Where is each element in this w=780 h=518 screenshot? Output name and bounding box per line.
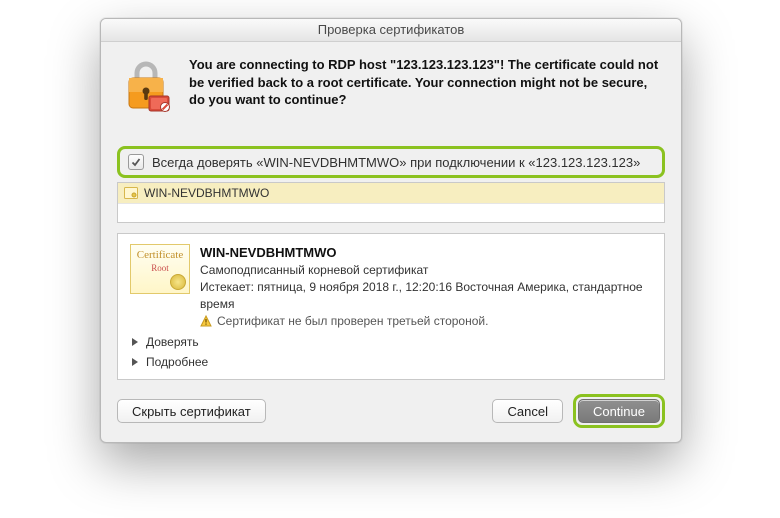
badge-seal [170, 274, 186, 290]
hide-certificate-button[interactable]: Скрыть сертификат [117, 399, 266, 423]
certificate-badge-icon: Certificate Root [130, 244, 190, 294]
header-row: You are connecting to RDP host "123.123.… [117, 58, 665, 116]
window-title: Проверка сертификатов [101, 19, 681, 42]
cancel-label: Cancel [507, 404, 547, 419]
certificate-list-item-label: WIN-NEVDBHMTMWO [144, 186, 269, 200]
warning-icon [200, 315, 212, 327]
certificate-expires: Истекает: пятница, 9 ноября 2018 г., 12:… [200, 279, 652, 313]
certificate-type: Самоподписанный корневой сертификат [200, 262, 652, 279]
chevron-right-icon [130, 357, 140, 367]
cancel-button[interactable]: Cancel [492, 399, 562, 423]
disclosure-details-label: Подробнее [146, 355, 208, 369]
certificate-warning-line: Сертификат не был проверен третьей сторо… [200, 313, 652, 330]
always-trust-checkbox[interactable] [128, 154, 144, 170]
certificate-icon [124, 187, 138, 199]
certificate-warning-text: Сертификат не был проверен третьей сторо… [217, 313, 488, 330]
always-trust-label: Всегда доверять «WIN-NEVDBHMTMWO» при по… [152, 155, 640, 170]
continue-button[interactable]: Continue [578, 399, 660, 423]
dialog-window: Проверка сертификатов [100, 18, 682, 443]
hide-certificate-label: Скрыть сертификат [132, 404, 251, 419]
button-row: Скрыть сертификат Cancel Continue [117, 394, 665, 428]
always-trust-row: Всегда доверять «WIN-NEVDBHMTMWO» при по… [117, 146, 665, 178]
certificate-details: Certificate Root WIN-NEVDBHMTMWO Самопод… [117, 233, 665, 380]
dialog-content: You are connecting to RDP host "123.123.… [101, 42, 681, 442]
certificate-details-top: Certificate Root WIN-NEVDBHMTMWO Самопод… [130, 244, 652, 329]
continue-highlight: Continue [573, 394, 665, 428]
badge-root: Root [131, 263, 189, 273]
lock-icon [117, 58, 175, 116]
lock-icon-wrap [117, 58, 189, 116]
continue-label: Continue [593, 404, 645, 419]
disclosure-trust-label: Доверять [146, 335, 199, 349]
disclosure-trust[interactable]: Доверять [130, 335, 652, 349]
certificate-info: WIN-NEVDBHMTMWO Самоподписанный корневой… [200, 244, 652, 329]
chevron-right-icon [130, 337, 140, 347]
certificate-list-empty-row [118, 204, 664, 222]
badge-title: Certificate [131, 249, 189, 261]
certificate-list-item[interactable]: WIN-NEVDBHMTMWO [118, 183, 664, 204]
warning-text: You are connecting to RDP host "123.123.… [189, 56, 665, 109]
certificate-name: WIN-NEVDBHMTMWO [200, 244, 652, 262]
certificate-list: WIN-NEVDBHMTMWO [117, 182, 665, 223]
disclosure-details[interactable]: Подробнее [130, 355, 652, 369]
